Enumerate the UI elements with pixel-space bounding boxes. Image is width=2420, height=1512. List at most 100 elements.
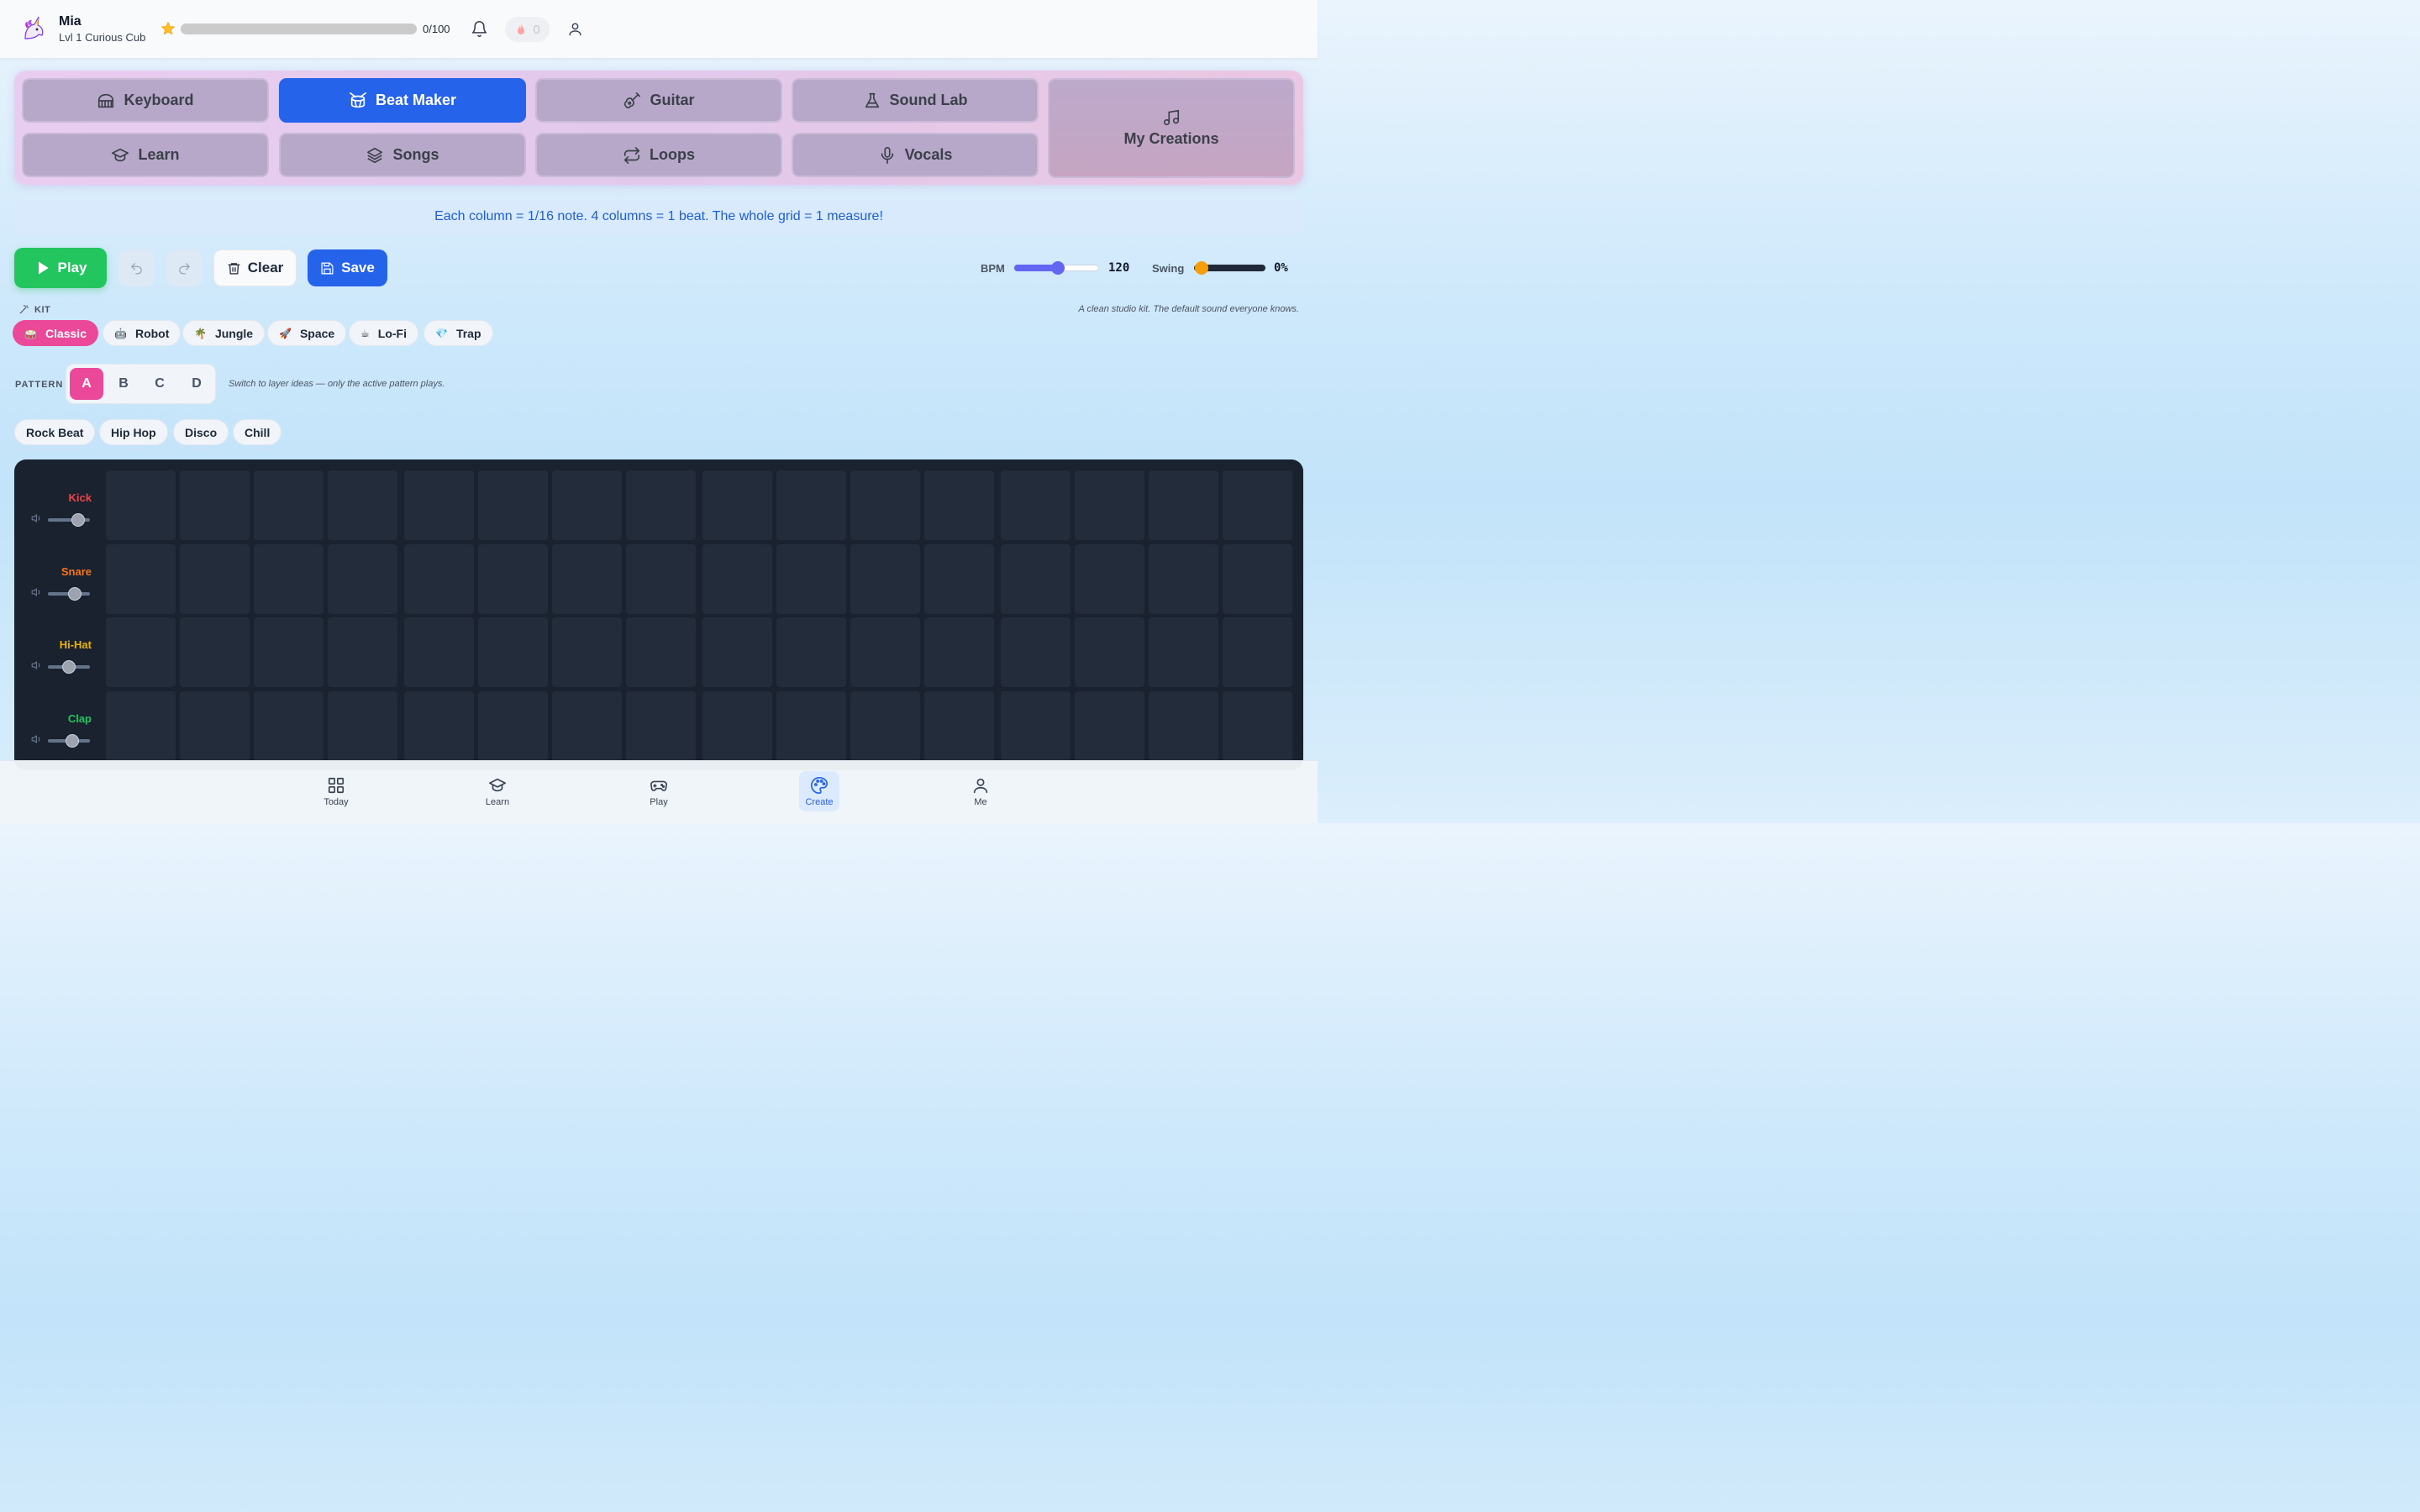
step-cell[interactable]: [478, 544, 548, 614]
tab-guitar[interactable]: Guitar: [535, 78, 782, 123]
step-cell[interactable]: [254, 691, 324, 761]
step-cell[interactable]: [180, 470, 250, 540]
step-cell[interactable]: [328, 691, 397, 761]
step-cell[interactable]: [1149, 544, 1218, 614]
pattern-a-button[interactable]: A: [70, 368, 103, 400]
step-cell[interactable]: [478, 617, 548, 687]
step-cell[interactable]: [1149, 691, 1218, 761]
step-cell[interactable]: [106, 617, 176, 687]
kit-jungle[interactable]: 🌴 Jungle: [182, 320, 266, 346]
redo-button[interactable]: [166, 249, 203, 286]
kit-classic[interactable]: 🥁 Classic: [13, 320, 98, 346]
step-cell[interactable]: [106, 544, 176, 614]
step-cell[interactable]: [1075, 617, 1144, 687]
step-cell[interactable]: [626, 544, 696, 614]
step-cell[interactable]: [1001, 691, 1071, 761]
step-cell[interactable]: [552, 544, 622, 614]
bpm-slider-thumb[interactable]: [1051, 261, 1065, 275]
step-cell[interactable]: [328, 617, 397, 687]
step-cell[interactable]: [776, 470, 846, 540]
kit-trap[interactable]: 💎 Trap: [424, 320, 493, 346]
track-volume-thumb[interactable]: [71, 513, 85, 527]
step-cell[interactable]: [850, 617, 920, 687]
step-cell[interactable]: [328, 470, 397, 540]
tab-songs[interactable]: Songs: [279, 133, 526, 177]
step-cell[interactable]: [850, 544, 920, 614]
preset-disco[interactable]: Disco: [173, 419, 229, 445]
save-button[interactable]: Save: [308, 249, 387, 286]
nav-me[interactable]: Me: [960, 771, 1001, 811]
step-cell[interactable]: [1149, 617, 1218, 687]
step-cell[interactable]: [1075, 691, 1144, 761]
undo-button[interactable]: [118, 249, 155, 286]
step-cell[interactable]: [850, 470, 920, 540]
step-cell[interactable]: [1149, 470, 1218, 540]
tab-loops[interactable]: Loops: [535, 133, 782, 177]
nav-learn[interactable]: Learn: [477, 771, 518, 811]
swing-slider[interactable]: [1194, 261, 1265, 275]
step-cell[interactable]: [924, 617, 994, 687]
step-cell[interactable]: [1075, 470, 1144, 540]
pattern-c-button[interactable]: C: [143, 368, 176, 400]
profile-icon[interactable]: [567, 21, 583, 37]
step-cell[interactable]: [776, 544, 846, 614]
track-volume-thumb[interactable]: [62, 660, 76, 674]
step-cell[interactable]: [106, 691, 176, 761]
step-cell[interactable]: [850, 691, 920, 761]
step-cell[interactable]: [552, 470, 622, 540]
step-cell[interactable]: [1075, 544, 1144, 614]
nav-create[interactable]: Create: [799, 771, 839, 811]
step-cell[interactable]: [626, 470, 696, 540]
swing-slider-thumb[interactable]: [1195, 261, 1208, 275]
step-cell[interactable]: [1223, 691, 1292, 761]
preset-rock-beat[interactable]: Rock Beat: [14, 419, 96, 445]
step-cell[interactable]: [404, 691, 474, 761]
track-volume-slider[interactable]: [48, 660, 90, 674]
step-cell[interactable]: [776, 617, 846, 687]
track-volume-slider[interactable]: [48, 513, 90, 527]
tab-beat-maker[interactable]: Beat Maker: [279, 78, 526, 123]
kit-robot[interactable]: 🤖 Robot: [103, 320, 182, 346]
pattern-b-button[interactable]: B: [107, 368, 140, 400]
preset-chill[interactable]: Chill: [233, 419, 282, 445]
kit-space[interactable]: 🚀 Space: [267, 320, 347, 346]
bpm-slider[interactable]: [1013, 261, 1099, 275]
nav-today[interactable]: Today: [316, 771, 356, 811]
step-cell[interactable]: [180, 617, 250, 687]
track-volume-thumb[interactable]: [68, 587, 82, 601]
step-cell[interactable]: [180, 691, 250, 761]
play-button[interactable]: Play: [14, 248, 107, 288]
step-cell[interactable]: [254, 470, 324, 540]
pattern-d-button[interactable]: D: [180, 368, 213, 400]
step-cell[interactable]: [924, 544, 994, 614]
step-cell[interactable]: [404, 617, 474, 687]
step-cell[interactable]: [702, 470, 772, 540]
step-cell[interactable]: [106, 470, 176, 540]
step-cell[interactable]: [1223, 470, 1292, 540]
step-cell[interactable]: [552, 617, 622, 687]
preset-hip-hop[interactable]: Hip Hop: [99, 419, 168, 445]
step-cell[interactable]: [404, 544, 474, 614]
unicorn-avatar-icon[interactable]: [20, 15, 47, 42]
step-cell[interactable]: [702, 544, 772, 614]
step-cell[interactable]: [1001, 617, 1071, 687]
step-cell[interactable]: [254, 544, 324, 614]
kit-lo-fi[interactable]: ☕ Lo-Fi: [349, 320, 418, 346]
track-volume-slider[interactable]: [48, 587, 90, 601]
step-cell[interactable]: [180, 544, 250, 614]
step-cell[interactable]: [1223, 617, 1292, 687]
step-cell[interactable]: [478, 470, 548, 540]
step-cell[interactable]: [626, 617, 696, 687]
step-cell[interactable]: [404, 470, 474, 540]
step-cell[interactable]: [702, 691, 772, 761]
nav-play[interactable]: Play: [639, 771, 679, 811]
streak-badge[interactable]: 0: [505, 17, 550, 42]
bell-icon[interactable]: [471, 20, 488, 38]
tab-sound-lab[interactable]: Sound Lab: [792, 78, 1039, 123]
step-cell[interactable]: [328, 544, 397, 614]
clear-button[interactable]: Clear: [213, 249, 297, 286]
step-cell[interactable]: [924, 691, 994, 761]
tab-keyboard[interactable]: Keyboard: [22, 78, 269, 123]
step-cell[interactable]: [478, 691, 548, 761]
tab-learn[interactable]: Learn: [22, 133, 269, 177]
